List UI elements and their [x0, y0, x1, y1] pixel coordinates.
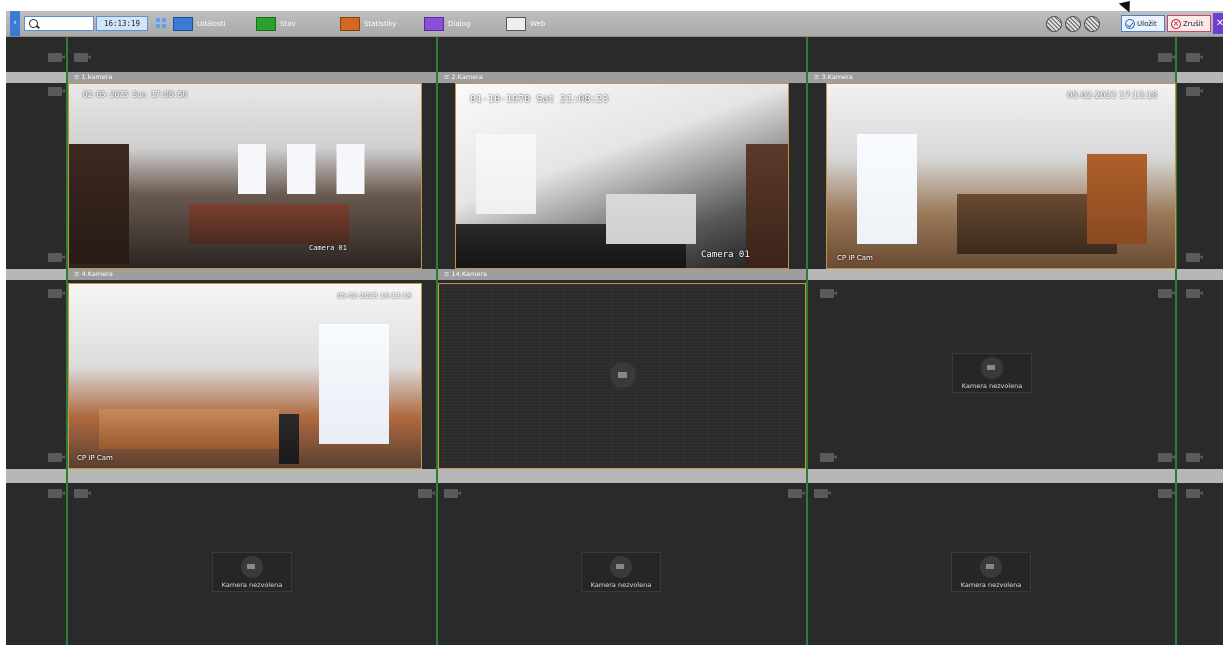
camera-timestamp: 02-05-2023 Sun 17:08:50: [83, 90, 187, 99]
camera-icon: [444, 489, 461, 498]
web-icon: [506, 16, 526, 31]
save-label: Uložit: [1137, 19, 1157, 28]
camera-label: CP IP Cam: [837, 254, 873, 262]
camera-label: Camera 01: [309, 244, 347, 252]
empty-camera-slot[interactable]: Kamera nezvolena: [952, 353, 1032, 393]
search-icon: [29, 19, 38, 28]
camera-icon: [74, 489, 91, 498]
camera-label: Camera 01: [701, 250, 750, 260]
web-label: Web: [530, 19, 546, 28]
camera-timestamp: 05-02-2023 16:13:18: [337, 292, 412, 300]
camera-view-3[interactable]: 05-02-2023 17:13:18 CP IP Cam: [826, 83, 1176, 269]
row-band: [6, 469, 1223, 483]
camera-icon: [241, 556, 263, 578]
empty-slot-label: Kamera nezvolena: [221, 581, 283, 589]
camera-icon: [74, 53, 91, 62]
camera-icon: [48, 87, 65, 96]
save-button[interactable]: Uložit: [1121, 15, 1165, 32]
camera-icon: [610, 556, 632, 578]
events-label: Události: [197, 19, 226, 28]
view-mode-3-icon[interactable]: [1084, 15, 1100, 32]
cancel-label: Zrušit: [1183, 19, 1204, 28]
empty-camera-slot[interactable]: Kamera nezvolena: [951, 552, 1031, 592]
events-icon: [173, 16, 193, 31]
status-icon: [256, 16, 276, 31]
status-label: Stav: [280, 19, 296, 28]
camera-icon: [418, 489, 435, 498]
status-button[interactable]: Stav: [256, 11, 296, 36]
camera-icon: [1186, 289, 1203, 298]
dialog-label: Dialog: [448, 19, 471, 28]
camera-view-4[interactable]: 05-02-2023 16:13:18 CP IP Cam: [68, 283, 422, 469]
empty-slot-label: Kamera nezvolena: [590, 581, 652, 589]
camera-icon: [1186, 253, 1203, 262]
close-icon: ×: [1171, 18, 1181, 29]
cancel-button[interactable]: × Zrušit: [1167, 15, 1211, 32]
camera-icon: [48, 489, 65, 498]
camera-icon: [610, 362, 636, 388]
camera-icon: [814, 489, 831, 498]
camera-title[interactable]: ≡ 2.Kamera: [438, 72, 806, 83]
camera-icon: [788, 489, 805, 498]
clock-display: 16:13:19: [96, 16, 148, 31]
camera-view-1[interactable]: 02-05-2023 Sun 17:08:50 Camera 01: [68, 83, 422, 269]
camera-icon: [820, 289, 837, 298]
search-input[interactable]: [24, 16, 94, 31]
layout-grid-icon[interactable]: [156, 18, 166, 28]
camera-icon: [1158, 489, 1175, 498]
camera-title[interactable]: ≡ 14.Kamera: [438, 269, 806, 280]
camera-view-14[interactable]: [438, 283, 806, 469]
camera-icon: [1186, 87, 1203, 96]
camera-icon: [1158, 53, 1175, 62]
web-button[interactable]: Web: [506, 11, 545, 36]
grid-divider: [806, 37, 808, 645]
camera-icon: [980, 556, 1002, 578]
camera-icon: [1186, 453, 1203, 462]
camera-icon: [1158, 453, 1175, 462]
tools-icon[interactable]: ✕: [1213, 13, 1223, 34]
camera-icon: [1186, 489, 1203, 498]
camera-icon: [1186, 53, 1203, 62]
empty-slot-label: Kamera nezvolena: [960, 581, 1022, 589]
statistics-icon: [340, 16, 360, 31]
camera-icon: [820, 453, 837, 462]
camera-title[interactable]: ≡ 4.Kamera: [68, 269, 436, 280]
dialog-button[interactable]: Dialog: [424, 11, 470, 36]
camera-title[interactable]: ≡ 1.kamera: [68, 72, 436, 83]
top-toolbar: › 16:13:19 Události Stav Statistiky Dial…: [6, 11, 1223, 37]
camera-grid: ≡ 1.kamera ≡ 2.Kamera ≡ 3.Kamera ≡ 4.Kam…: [6, 37, 1223, 645]
camera-icon: [48, 289, 65, 298]
camera-icon: [981, 357, 1003, 379]
camera-title[interactable]: ≡ 3.Kamera: [808, 72, 1176, 83]
statistics-label: Statistiky: [364, 19, 397, 28]
events-button[interactable]: Události: [173, 11, 225, 36]
camera-icon: [48, 453, 65, 462]
empty-camera-slot[interactable]: Kamera nezvolena: [581, 552, 661, 592]
camera-icon: [48, 253, 65, 262]
camera-timestamp: 05-02-2023 17:13:18: [1067, 91, 1158, 101]
view-mode-1-icon[interactable]: [1046, 15, 1062, 32]
dialog-icon: [424, 16, 444, 31]
camera-label: CP IP Cam: [77, 454, 113, 462]
view-mode-2-icon[interactable]: [1065, 15, 1081, 32]
camera-icon: [1158, 289, 1175, 298]
camera-timestamp: 01-10-1970 Sat 21:08:23: [470, 94, 609, 105]
statistics-button[interactable]: Statistiky: [340, 11, 396, 36]
camera-icon: [48, 53, 65, 62]
empty-camera-slot[interactable]: Kamera nezvolena: [212, 552, 292, 592]
empty-slot-label: Kamera nezvolena: [961, 382, 1023, 390]
expand-arrow-icon[interactable]: ›: [10, 11, 20, 36]
camera-view-2[interactable]: 01-10-1970 Sat 21:08:23 Camera 01: [455, 83, 789, 269]
check-icon: [1125, 18, 1135, 29]
